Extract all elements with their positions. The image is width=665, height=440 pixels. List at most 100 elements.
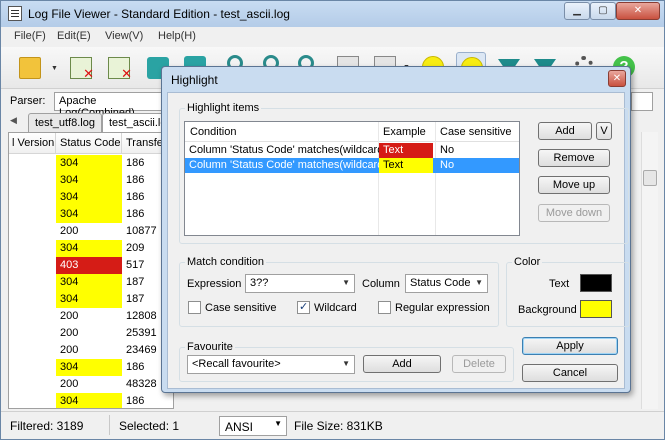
move-down-button[interactable]: Move down	[538, 204, 610, 222]
status-code-cell: 304	[56, 240, 122, 257]
case-sensitive-cell: No	[440, 159, 455, 171]
table-row[interactable]: 304 187	[9, 291, 173, 308]
encoding-select[interactable]: ANSI ▼	[219, 416, 287, 436]
tab-scroll-left-icon[interactable]: ◀	[10, 115, 17, 126]
window-title: Log File Viewer - Standard Edition - tes…	[28, 7, 290, 21]
table-row[interactable]: 403 517	[9, 257, 173, 274]
column-header-version[interactable]: l Version	[12, 137, 54, 149]
table-row[interactable]: 304 187	[9, 274, 173, 291]
status-code-cell: 200	[60, 225, 79, 237]
open-button[interactable]	[15, 53, 45, 83]
close-all-icon	[108, 57, 132, 82]
move-up-button[interactable]: Move up	[538, 176, 610, 194]
column-combo[interactable]: Status Code ▼	[405, 274, 488, 293]
list-item[interactable]: Column 'Status Code' matches(wildcard)..…	[185, 158, 519, 173]
status-code-cell: 200	[60, 344, 79, 356]
status-code-cell: 304	[56, 189, 122, 206]
cancel-button[interactable]: Cancel	[522, 364, 618, 382]
add-item-button[interactable]: Add	[538, 122, 592, 140]
minimize-button[interactable]: ▁	[564, 2, 590, 20]
delete-favourite-button[interactable]: Delete	[452, 355, 506, 373]
filtered-count: Filtered: 3189	[10, 419, 84, 433]
column-divider[interactable]	[55, 133, 56, 154]
list-header-case-sensitive[interactable]: Case sensitive	[440, 126, 512, 138]
add-dropdown-button[interactable]: V	[596, 122, 612, 140]
parser-extra-field[interactable]	[631, 92, 653, 111]
expression-combo[interactable]: 3?? ▼	[245, 274, 355, 293]
regular-expression-checkbox[interactable]	[378, 301, 391, 314]
add-favourite-button[interactable]: Add	[363, 355, 441, 373]
case-sensitive-label[interactable]: Case sensitive	[205, 302, 277, 314]
table-row[interactable]: 304 186	[9, 155, 173, 172]
list-item[interactable]: Column 'Status Code' matches(wildcard)..…	[185, 143, 519, 158]
table-row[interactable]: 304 186	[9, 172, 173, 189]
app-icon	[8, 6, 22, 21]
dialog-title-bar[interactable]: Highlight ✕	[162, 67, 630, 91]
chevron-down-icon: ▼	[342, 278, 350, 287]
text-color-label: Text	[549, 278, 570, 290]
scrollbar-thumb[interactable]	[643, 170, 657, 186]
table-row[interactable]: 200 12808	[9, 308, 173, 325]
table-row[interactable]: 200 48328	[9, 376, 173, 393]
color-legend: Color	[512, 256, 543, 268]
status-code-cell: 304	[56, 155, 122, 172]
recall-favourite-combo[interactable]: <Recall favourite> ▼	[187, 355, 355, 374]
table-row[interactable]: 304 186	[9, 393, 173, 408]
column-header-status-code[interactable]: Status Code	[60, 137, 121, 149]
text-color-swatch[interactable]	[580, 274, 612, 292]
remove-button[interactable]: Remove	[538, 149, 610, 167]
apply-button[interactable]: Apply	[522, 337, 618, 355]
expression-label: Expression	[187, 278, 242, 290]
menu-view[interactable]: View(V)	[105, 30, 143, 42]
table-row[interactable]: 304 186	[9, 206, 173, 223]
recall-favourite-value: <Recall favourite>	[192, 358, 281, 370]
close-all-button[interactable]	[104, 53, 134, 83]
chevron-down-icon: ▼	[342, 359, 350, 368]
menu-help[interactable]: Help(H)	[158, 30, 196, 42]
table-row[interactable]: 200 10877	[9, 223, 173, 240]
menu-file[interactable]: File(F)	[14, 30, 46, 42]
list-header-example[interactable]: Example	[383, 126, 426, 138]
highlight-items-legend: Highlight items	[185, 102, 262, 114]
dialog-close-button[interactable]: ✕	[608, 70, 626, 87]
log-grid[interactable]: l Version Status Code Transfer 304 186 304…	[8, 132, 174, 409]
grid-header: l Version Status Code Transfer	[9, 133, 173, 154]
close-window-button[interactable]: ✕	[616, 2, 660, 20]
background-color-label: Background	[518, 304, 577, 316]
parser-select[interactable]: Apache Log(Combined)	[54, 92, 166, 119]
case-sensitive-cell: No	[440, 144, 455, 156]
transfer-cell: 186	[126, 395, 145, 407]
tab-test-utf8[interactable]: test_utf8.log	[28, 113, 102, 133]
example-cell: Text	[379, 143, 433, 158]
column-divider[interactable]	[121, 133, 122, 154]
condition-cell: Column 'Status Code' matches(wildcard)..…	[189, 144, 397, 156]
table-row[interactable]: 200 25391	[9, 325, 173, 342]
background-color-swatch[interactable]	[580, 300, 612, 318]
status-code-cell: 304	[56, 359, 122, 376]
list-header-condition[interactable]: Condition	[190, 126, 236, 138]
close-file-button[interactable]	[66, 53, 96, 83]
maximize-button[interactable]: ▢	[590, 2, 616, 20]
title-bar[interactable]: Log File Viewer - Standard Edition - tes…	[1, 1, 664, 27]
wildcard-label[interactable]: Wildcard	[314, 302, 357, 314]
table-row[interactable]: 304 186	[9, 189, 173, 206]
list-column-divider	[435, 122, 436, 235]
regular-expression-label[interactable]: Regular expression	[395, 302, 490, 314]
table-row[interactable]: 304 209	[9, 240, 173, 257]
vertical-scrollbar[interactable]	[641, 132, 658, 409]
status-code-cell: 304	[56, 291, 122, 308]
status-code-cell: 200	[60, 378, 79, 390]
open-dropdown-icon[interactable]: ▼	[51, 65, 58, 72]
status-code-cell: 200	[60, 327, 79, 339]
close-file-icon	[70, 57, 94, 82]
table-row[interactable]: 200 23469	[9, 342, 173, 359]
wildcard-checkbox[interactable]	[297, 300, 310, 314]
list-column-divider	[378, 122, 379, 235]
parser-label: Parser:	[10, 95, 46, 107]
menu-edit[interactable]: Edit(E)	[57, 30, 91, 42]
status-code-cell: 200	[60, 310, 79, 322]
highlight-items-list[interactable]: Condition Example Case sensitive Column …	[184, 121, 520, 236]
favourite-legend: Favourite	[185, 341, 235, 353]
table-row[interactable]: 304 186	[9, 359, 173, 376]
case-sensitive-checkbox[interactable]	[188, 301, 201, 314]
